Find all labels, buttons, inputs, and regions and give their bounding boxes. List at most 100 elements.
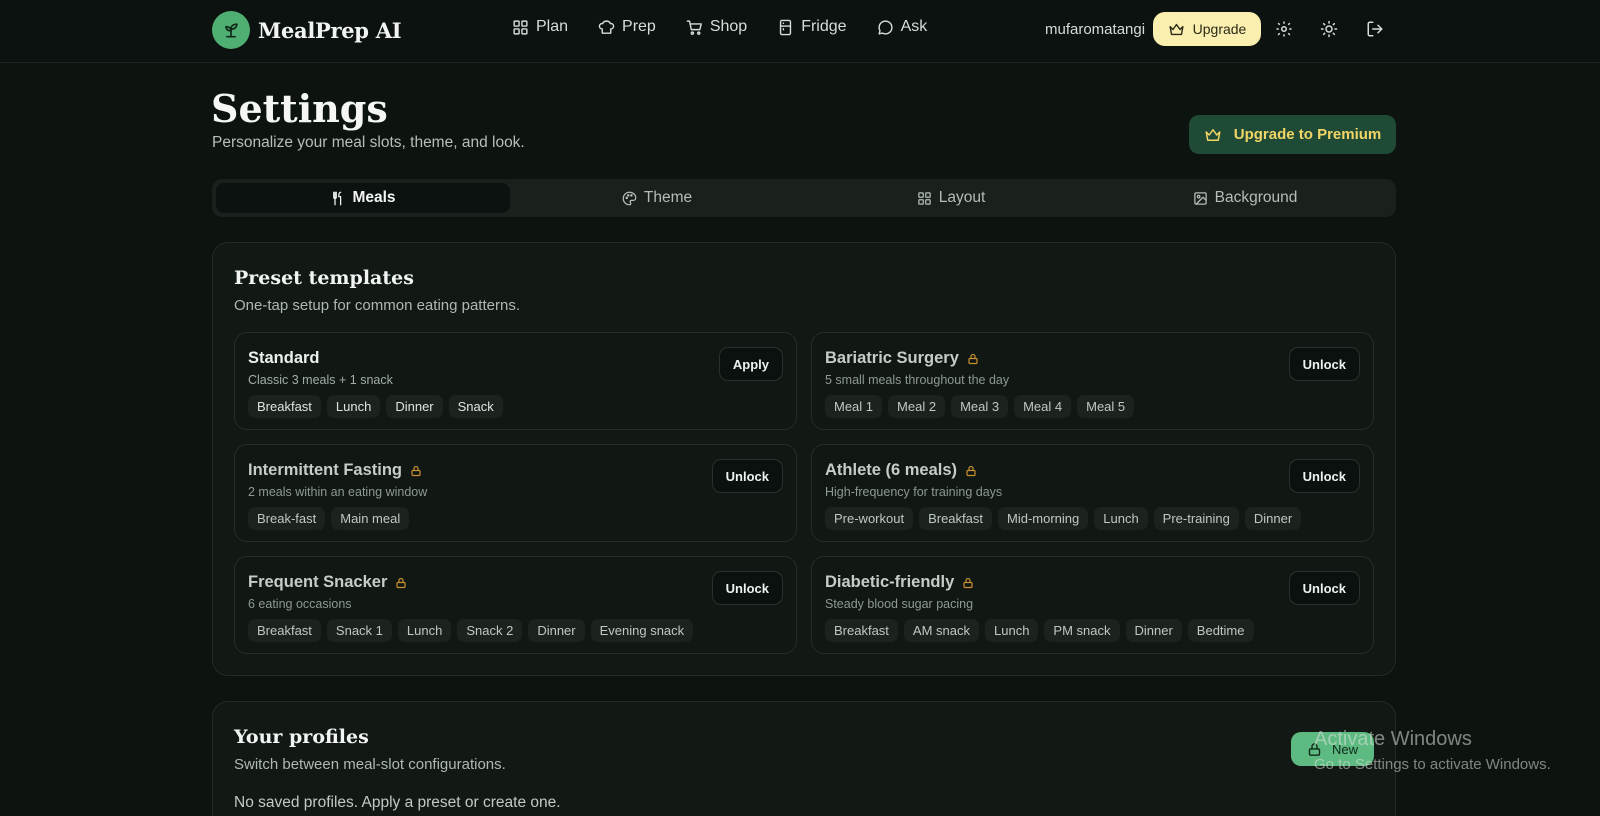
chat-icon xyxy=(877,19,893,35)
layout-icon xyxy=(917,191,931,205)
page-subtitle: Personalize your meal slots, theme, and … xyxy=(212,134,525,151)
template-desc: Classic 3 meals + 1 snack xyxy=(248,373,393,387)
meal-chip: Meal 3 xyxy=(951,395,1009,418)
meal-chip: Lunch xyxy=(326,395,381,418)
tab-layout[interactable]: Layout xyxy=(804,183,1098,213)
meal-chip: Breakfast xyxy=(248,395,321,418)
meal-chip: Meal 4 xyxy=(1014,395,1072,418)
preset-templates-panel: Preset templates One-tap setup for commo… xyxy=(212,242,1396,676)
template-desc: 2 meals within an eating window xyxy=(248,485,428,499)
meal-chip: Breakfast xyxy=(825,619,898,642)
nav-plan[interactable]: Plan xyxy=(512,18,568,36)
upgrade-button[interactable]: Upgrade xyxy=(1153,12,1261,46)
meal-chip: Lunch xyxy=(1094,507,1148,530)
template-name: Diabetic-friendly xyxy=(825,573,974,592)
template-desc: Steady blood sugar pacing xyxy=(825,597,974,611)
template-card-frequent-snacker[interactable]: Frequent Snacker 6 eating occasions Brea… xyxy=(234,556,797,654)
template-name: Standard xyxy=(248,349,320,367)
meal-chip: Snack 1 xyxy=(326,619,392,642)
meal-chip: Mid-morning xyxy=(998,507,1089,530)
template-card-athlete[interactable]: Athlete (6 meals) High-frequency for tra… xyxy=(811,444,1374,542)
tab-theme-label: Theme xyxy=(643,189,693,206)
template-chips: Meal 1 Meal 2 Meal 3 Meal 4 Meal 5 xyxy=(825,395,1135,418)
template-chips: Breakfast Snack 1 Lunch Snack 2 Dinner E… xyxy=(248,619,694,642)
meal-chip: Snack 2 xyxy=(457,619,523,642)
profiles-title: Your profiles xyxy=(234,726,369,748)
template-name: Bariatric Surgery xyxy=(825,349,979,368)
template-card-bariatric[interactable]: Bariatric Surgery 5 small meals througho… xyxy=(811,332,1374,430)
top-bar: MealPrep AI Plan Prep Shop Fridge Ask mu… xyxy=(0,0,1600,63)
unlock-button[interactable]: Unlock xyxy=(1288,571,1360,605)
tab-background-label: Background xyxy=(1214,189,1298,206)
unlock-button[interactable]: Unlock xyxy=(1288,347,1360,381)
nav-prep[interactable]: Prep xyxy=(598,18,656,36)
meal-chip: Evening snack xyxy=(590,619,694,642)
chef-hat-icon xyxy=(598,19,615,34)
template-desc: High-frequency for training days xyxy=(825,485,1003,499)
meal-chip: Meal 2 xyxy=(888,395,946,418)
tab-background[interactable]: Background xyxy=(1098,183,1392,213)
activate-windows-subtitle: Go to Settings to activate Windows. xyxy=(1314,756,1551,773)
lock-icon xyxy=(966,465,976,476)
brand-name: MealPrep AI xyxy=(258,17,402,43)
main-nav: Plan Prep Shop Fridge Ask xyxy=(512,18,927,36)
meal-chip: AM snack xyxy=(903,619,979,642)
meal-chip: Meal 1 xyxy=(825,395,883,418)
unlock-button[interactable]: Unlock xyxy=(1288,459,1360,493)
cart-icon xyxy=(686,19,702,35)
sprout-icon xyxy=(212,11,250,49)
lock-icon xyxy=(411,465,421,476)
meal-chip: Break-fast xyxy=(248,507,326,530)
tab-theme[interactable]: Theme xyxy=(510,183,804,213)
template-chips: Breakfast AM snack Lunch PM snack Dinner… xyxy=(825,619,1254,642)
gear-icon[interactable] xyxy=(1275,20,1293,38)
tab-meals-label: Meals xyxy=(352,189,396,206)
template-chips: Breakfast Lunch Dinner Snack xyxy=(248,395,503,418)
meal-chip: Breakfast xyxy=(919,507,992,530)
template-card-intermittent-fasting[interactable]: Intermittent Fasting 2 meals within an e… xyxy=(234,444,797,542)
sun-icon[interactable] xyxy=(1320,20,1338,38)
meal-chip: Snack xyxy=(448,395,503,418)
meal-chip: Lunch xyxy=(397,619,452,642)
palette-icon xyxy=(622,191,637,205)
meal-chip: PM snack xyxy=(1044,619,1120,642)
template-card-standard[interactable]: Standard Classic 3 meals + 1 snack Break… xyxy=(234,332,797,430)
nav-shop-label: Shop xyxy=(709,18,748,35)
nav-fridge[interactable]: Fridge xyxy=(777,18,847,36)
profiles-empty-text: No saved profiles. Apply a preset or cre… xyxy=(234,794,561,811)
nav-plan-label: Plan xyxy=(536,18,569,35)
nav-ask-label: Ask xyxy=(900,18,928,35)
meal-chip: Pre-workout xyxy=(825,507,914,530)
meal-chip: Dinner xyxy=(1125,619,1182,642)
presets-title: Preset templates xyxy=(234,267,414,289)
meal-chip: Main meal xyxy=(331,507,410,530)
template-chips: Break-fast Main meal xyxy=(248,507,410,530)
unlock-button[interactable]: Unlock xyxy=(711,459,783,493)
nav-shop[interactable]: Shop xyxy=(686,18,747,36)
profiles-subtitle: Switch between meal-slot configurations. xyxy=(234,756,506,773)
upgrade-premium-button[interactable]: Upgrade to Premium xyxy=(1189,115,1396,154)
settings-tabs: Meals Theme Layout Background xyxy=(212,179,1396,217)
username: mufaromatangi xyxy=(1045,21,1146,38)
upgrade-premium-label: Upgrade to Premium xyxy=(1233,126,1382,143)
template-name: Frequent Snacker xyxy=(248,573,407,592)
apply-button[interactable]: Apply xyxy=(718,347,783,381)
lock-icon xyxy=(396,577,406,588)
nav-fridge-label: Fridge xyxy=(801,18,847,35)
meal-chip: Pre-training xyxy=(1153,507,1239,530)
utensils-icon xyxy=(333,191,342,205)
image-icon xyxy=(1193,191,1207,205)
brand[interactable]: MealPrep AI xyxy=(212,11,402,49)
tab-meals[interactable]: Meals xyxy=(216,183,510,213)
logout-icon[interactable] xyxy=(1366,20,1384,38)
meal-chip: Lunch xyxy=(985,619,1039,642)
meal-chip: Dinner xyxy=(386,395,443,418)
template-desc: 5 small meals throughout the day xyxy=(825,373,1010,387)
crown-icon xyxy=(1205,128,1221,141)
profiles-panel: Your profiles Switch between meal-slot c… xyxy=(212,701,1396,816)
nav-ask[interactable]: Ask xyxy=(877,18,928,36)
page-title: Settings xyxy=(211,86,388,131)
fridge-icon xyxy=(780,19,792,35)
unlock-button[interactable]: Unlock xyxy=(711,571,783,605)
template-card-diabetic-friendly[interactable]: Diabetic-friendly Steady blood sugar pac… xyxy=(811,556,1374,654)
